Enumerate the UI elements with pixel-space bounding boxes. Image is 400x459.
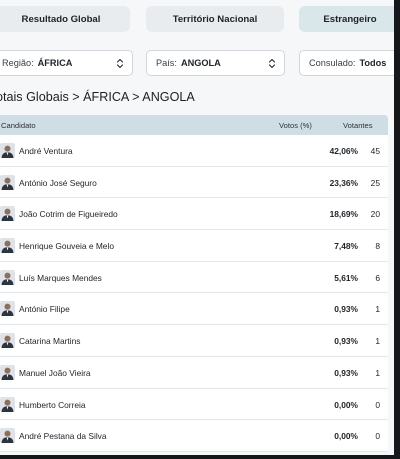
table-row: Luís Marques Mendes 5,61% 6 <box>0 262 388 294</box>
candidate-avatar <box>0 269 15 285</box>
table-row: André Ventura 42,06% 45 <box>0 135 388 167</box>
candidate-avatar <box>0 143 15 158</box>
vote-percent: 0,93% <box>334 304 358 315</box>
tab-estrangeiro[interactable]: Estrangeiro <box>299 6 394 32</box>
tab-resultado-global[interactable]: Resultado Global <box>0 6 130 32</box>
candidate-avatar <box>0 333 15 349</box>
table-row: António Filipe 0,93% 1 <box>0 293 388 326</box>
header-votes: Votantes <box>343 121 373 130</box>
scope-tabs: Resultado Global Território Nacional Est… <box>0 6 394 32</box>
vote-count: 6 <box>375 272 380 283</box>
region-select-value: ÁFRICA <box>37 58 73 68</box>
table-row: Manuel João Vieira 0,93% 1 <box>0 357 388 389</box>
candidate-avatar <box>0 301 15 317</box>
consulate-select-label: Consulado: <box>309 58 356 68</box>
results-table: Candidato Votos (%) Votantes André Ventu… <box>0 115 388 452</box>
vote-percent: 0,00% <box>334 431 358 442</box>
header-percent: Votos (%) <box>279 121 312 130</box>
vote-count: 1 <box>375 304 380 315</box>
vote-percent: 5,61% <box>334 272 358 283</box>
candidate-name: André Pestana da Silva <box>19 431 107 442</box>
consulate-select[interactable]: Consulado: Todos <box>299 50 394 76</box>
header-candidate: Candidato <box>1 121 36 130</box>
vote-count: 20 <box>370 209 380 220</box>
vote-percent: 0,93% <box>334 367 358 378</box>
table-row: Humberto Correia 0,00% 0 <box>0 389 388 421</box>
candidate-avatar <box>0 174 15 190</box>
candidate-avatar <box>0 206 15 222</box>
chevron-updown-icon <box>268 58 276 69</box>
vote-percent: 0,00% <box>334 399 358 410</box>
candidate-name: Henrique Gouveia e Melo <box>19 241 114 252</box>
table-header: Candidato Votos (%) Votantes <box>0 115 388 135</box>
country-select-label: País: <box>156 58 177 68</box>
results-page: Resultado Global Território Nacional Est… <box>0 0 394 455</box>
candidate-name: António Filipe <box>19 304 70 315</box>
vote-count: 1 <box>375 336 380 347</box>
candidate-avatar <box>0 396 15 412</box>
vote-percent: 42,06% <box>329 146 358 156</box>
vote-percent: 0,93% <box>334 336 358 347</box>
table-row: Henrique Gouveia e Melo 7,48% 8 <box>0 230 388 262</box>
candidate-name: Humberto Correia <box>19 399 86 410</box>
filter-bar: Região: ÁFRICA País: ANGOLA Consulado: T… <box>0 50 394 76</box>
country-select[interactable]: País: ANGOLA <box>146 50 285 76</box>
table-row: Catarina Martins 0,93% 1 <box>0 325 388 357</box>
consulate-select-value: Todos <box>359 58 387 68</box>
region-select-label: Região: <box>2 58 34 68</box>
vote-percent: 18,69% <box>329 209 358 220</box>
candidate-avatar <box>0 364 15 380</box>
chevron-updown-icon <box>116 58 124 69</box>
candidate-avatar <box>0 238 15 254</box>
table-row: André Pestana da Silva 0,00% 0 <box>0 420 388 452</box>
vote-percent: 23,36% <box>329 177 358 188</box>
table-body: André Ventura 42,06% 45 António José Seguro… <box>0 135 388 452</box>
candidate-name: João Cotrim de Figueiredo <box>19 209 118 220</box>
candidate-avatar <box>0 428 15 444</box>
page-title: otais Globais > ÁFRICA > ANGOLA <box>0 90 195 104</box>
candidate-name: Luís Marques Mendes <box>19 272 102 283</box>
region-select[interactable]: Região: ÁFRICA <box>0 50 133 76</box>
candidate-name: Catarina Martins <box>19 336 81 347</box>
vote-count: 0 <box>375 399 380 410</box>
vote-count: 1 <box>375 367 380 378</box>
vote-count: 25 <box>370 177 380 188</box>
candidate-name: António José Seguro <box>19 177 97 188</box>
country-select-value: ANGOLA <box>180 58 221 68</box>
vote-count: 45 <box>370 146 380 156</box>
vote-count: 0 <box>375 431 380 442</box>
tab-territorio-nacional[interactable]: Território Nacional <box>146 6 284 32</box>
candidate-name: André Ventura <box>19 146 73 156</box>
table-row: João Cotrim de Figueiredo 18,69% 20 <box>0 198 388 231</box>
vote-count: 8 <box>375 241 380 252</box>
table-row: António José Seguro 23,36% 25 <box>0 167 388 199</box>
candidate-name: Manuel João Vieira <box>19 367 91 378</box>
vote-percent: 7,48% <box>334 241 358 252</box>
